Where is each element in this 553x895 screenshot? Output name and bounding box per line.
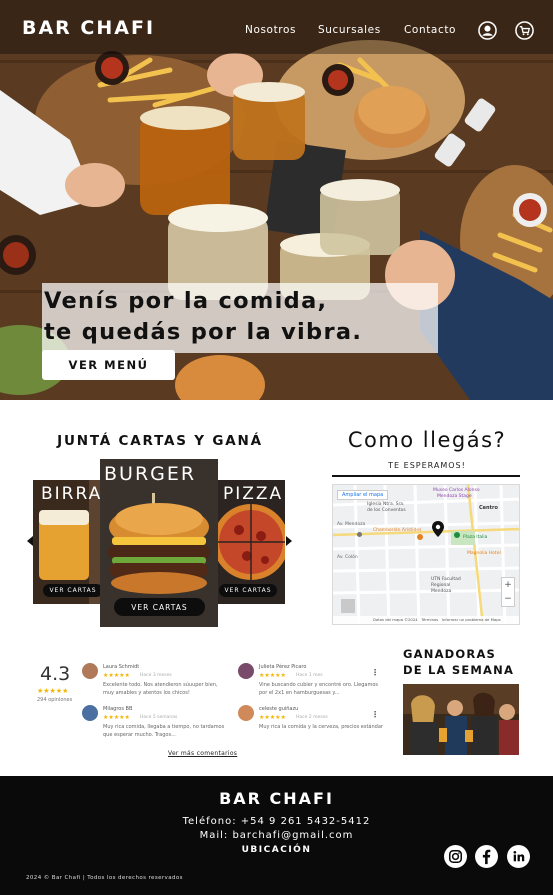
map-footer: Datos del mapa ©2024 Términos Informar u…	[333, 616, 519, 624]
hero-headline-line-1: Venís por la comida,	[44, 288, 328, 314]
hero-headline-line-2: te quedás por la vibra.	[44, 319, 363, 345]
reviews-more-options-icon[interactable]: ⋮	[371, 710, 379, 719]
nav-link-sucursales[interactable]: Sucursales	[318, 24, 381, 36]
review-stars: ★★★★★	[259, 714, 286, 721]
map-terms-link[interactable]: Términos	[421, 617, 438, 622]
map-label-iglesia-2: de los Conventos	[367, 508, 406, 513]
map-label-museo-2: Mendoza Stage	[437, 494, 472, 499]
instagram-icon[interactable]	[444, 845, 467, 868]
map-grey-marker-icon	[357, 532, 362, 537]
reviews-more-options-icon[interactable]: ⋮	[371, 668, 379, 677]
map-label-street-2: Av. Mendoza	[337, 522, 366, 527]
footer-phone: Teléfono: +54 9 261 5432-5412	[182, 816, 371, 827]
como-llegas-subtitle: TE ESPERAMOS!	[388, 461, 466, 470]
avatar	[82, 705, 98, 721]
review-time: Hace 1 mes	[296, 673, 323, 678]
ver-mas-comentarios-link[interactable]: Ver más comentarios	[168, 750, 237, 757]
review-author: Laura Schmidt	[103, 664, 140, 670]
ver-menu-button[interactable]: VER MENÚ	[42, 350, 175, 380]
map-pin-icon	[432, 521, 444, 537]
review-time: Hace 5 semanas	[140, 715, 178, 720]
ganadoras-title-line-2: DE LA SEMANA	[403, 663, 515, 677]
top-navbar: BAR CHAFI Nosotros Sucursales Contacto	[0, 0, 553, 54]
hero-headline: Venís por la comida, te quedás por la vi…	[42, 283, 438, 353]
rating-stars: ★★★★★	[37, 687, 69, 695]
map-label-utn: UTN Facultad	[431, 577, 461, 582]
review-author: Julieta Pérez Picaro	[259, 664, 307, 670]
nav-link-contacto[interactable]: Contacto	[404, 24, 456, 36]
review-stars: ★★★★★	[259, 672, 286, 679]
card-label-burger: BURGER	[104, 463, 197, 485]
map-label-museo: Museo Carlos Alonso	[433, 488, 480, 493]
map-report-link[interactable]: Informar un problema de Maps	[442, 617, 501, 622]
map-label-utn-3: Mendoza	[431, 589, 452, 594]
brand-logo[interactable]: BAR CHAFI	[22, 17, 155, 39]
review-stars: ★★★★★	[103, 672, 130, 679]
ganadoras-photo	[403, 684, 519, 755]
footer-mail[interactable]: Mail: barchafi@gmail.com	[0, 830, 553, 841]
card-birra[interactable]: BIRRA VER CARTAS	[33, 480, 103, 604]
site-footer: BAR CHAFI Teléfono: +54 9 261 5432-5412 …	[0, 776, 553, 895]
review-text: Muy rica la comida y la cerveza, precios…	[259, 724, 383, 730]
card-label-pizza: PIZZA	[223, 484, 284, 504]
map-label-street-1: Av. Colón	[337, 555, 358, 560]
ganadoras-title: GANADORAS DE LA SEMANA	[403, 646, 514, 678]
carousel-next-arrow[interactable]	[286, 536, 292, 546]
card-burger[interactable]: BURGER VER CARTAS	[100, 459, 218, 627]
zoom-in-icon[interactable]: +	[502, 578, 514, 592]
map-green-marker-icon	[454, 532, 460, 538]
ver-cartas-pizza-button[interactable]: VER CARTAS	[219, 584, 277, 597]
card-label-birra: BIRRA	[41, 484, 103, 504]
map-label-hotel: Magnolia Hotel	[467, 551, 501, 556]
map-label-plaza: Plaza Italia	[463, 535, 488, 540]
facebook-icon[interactable]	[475, 845, 498, 868]
cartas-title: JUNTÁ CARTAS Y GANÁ	[57, 433, 263, 449]
ver-cartas-burger-button[interactable]: VER CARTAS	[114, 598, 205, 616]
avatar	[82, 663, 98, 679]
review-text: Excelente todo. Nos atendieron súuuper b…	[103, 682, 218, 696]
linkedin-icon[interactable]	[507, 845, 530, 868]
review-text: Vine buscando cubier y encontré oro. Lle…	[259, 682, 379, 696]
como-llegas-title: Como llegás?	[347, 428, 507, 452]
map-embed[interactable]: Ampliar el mapa Museo Carlos Alonso Mend…	[332, 484, 520, 625]
review-stars: ★★★★★	[103, 714, 130, 721]
footer-brand: BAR CHAFI	[219, 789, 334, 808]
cart-icon[interactable]	[515, 21, 534, 40]
ganadoras-image	[403, 684, 519, 755]
review-time: Hace 2 meses	[296, 715, 328, 720]
divider-line	[332, 475, 520, 477]
avatar	[238, 663, 254, 679]
ganadoras-title-line-1: GANADORAS	[403, 647, 497, 661]
nav-link-nosotros[interactable]: Nosotros	[245, 24, 296, 36]
rating-count: 294 opiniones	[37, 697, 73, 703]
rating-score: 4.3	[40, 663, 71, 685]
review-time: Hace 3 meses	[140, 673, 172, 678]
map-expand-link[interactable]: Ampliar el mapa	[337, 490, 389, 500]
user-icon[interactable]	[478, 21, 497, 40]
map-data-credit: Datos del mapa ©2024	[373, 617, 418, 622]
footer-ubicacion-link[interactable]: UBICACIÓN	[0, 845, 553, 855]
map-orange-marker-icon	[417, 534, 423, 540]
map-label-iglesia: Iglesia Ntra. Sra.	[367, 502, 405, 507]
hero-section: BAR CHAFI Nosotros Sucursales Contacto V…	[0, 0, 553, 400]
ver-cartas-birra-button[interactable]: VER CARTAS	[43, 584, 103, 597]
review-text: Muy rica comida, llegaba a tiempo, no ta…	[103, 724, 225, 738]
card-pizza[interactable]: PIZZA VER CARTAS	[217, 480, 285, 604]
avatar	[238, 705, 254, 721]
review-author: celeste guiñazu	[259, 706, 299, 712]
map-label-centro: Centro	[479, 505, 498, 511]
footer-copyright: 2024 © Bar Chafi | Todos los derechos re…	[26, 875, 183, 881]
map-label-utn-2: Regional	[431, 583, 451, 588]
zoom-out-icon[interactable]: −	[502, 592, 514, 606]
map-label-chamberlan: Chamberlán Arístides	[373, 528, 422, 533]
map-zoom-controls[interactable]: + −	[501, 577, 515, 607]
review-author: Milagros BB	[103, 706, 133, 712]
